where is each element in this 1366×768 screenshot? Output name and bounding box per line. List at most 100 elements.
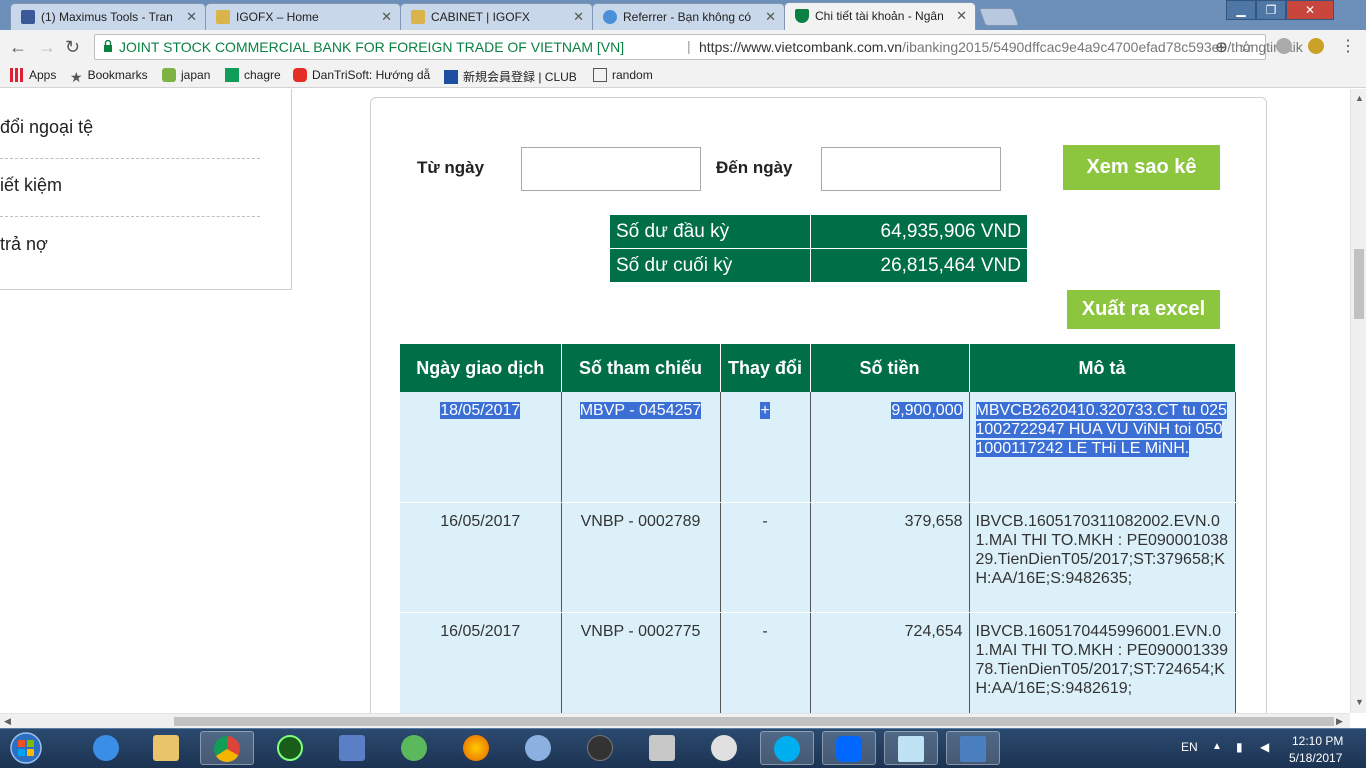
tools-icon[interactable] — [636, 731, 690, 765]
nox-icon[interactable] — [574, 731, 628, 765]
horizontal-scrollbar[interactable]: ◀ ▶ — [0, 713, 1350, 728]
cell-amount: 9,900,000 — [810, 392, 970, 503]
closing-balance-value: 26,815,464 VND — [810, 248, 1028, 283]
bookmark-label: 新規会員登録 | CLUB — [463, 70, 577, 84]
from-date-label: Từ ngày — [417, 158, 485, 177]
network-icon[interactable] — [326, 731, 380, 765]
cell-change: + — [720, 392, 811, 503]
scroll-left-arrow-icon[interactable]: ◀ — [4, 716, 11, 727]
zoom-icon[interactable]: ⊕ — [1215, 38, 1228, 56]
column-header-date[interactable]: Ngày giao dịch — [400, 344, 562, 392]
address-bar[interactable]: JOINT STOCK COMMERCIAL BANK FOR FOREIGN … — [94, 34, 1303, 60]
vertical-scrollbar[interactable]: ▲ ▼ — [1350, 89, 1366, 713]
to-date-input[interactable] — [821, 147, 1001, 191]
url-host: https://www.vietcombank.com.vn — [699, 39, 903, 55]
scroll-right-arrow-icon[interactable]: ▶ — [1336, 716, 1343, 727]
globe-icon — [603, 10, 617, 24]
volume-icon[interactable]: ◀ — [1260, 740, 1269, 754]
arrows-icon[interactable] — [388, 731, 442, 765]
windows-start-icon[interactable] — [4, 731, 50, 765]
close-icon[interactable]: ✕ — [956, 8, 967, 24]
tab-cabinet-igofx[interactable]: CABINET | IGOFX ✕ — [400, 3, 593, 30]
page-icon — [216, 10, 230, 24]
bookmark-star-icon[interactable]: ☆ — [1239, 37, 1253, 57]
tray-expand-icon[interactable]: ▲ — [1212, 741, 1222, 752]
bookmark-club[interactable]: 新規会員登録 | CLUB — [444, 68, 577, 85]
skype-icon[interactable] — [760, 731, 814, 765]
restore-button[interactable]: ❐ — [1256, 0, 1286, 20]
tab-title: Referrer - Bạn không có — [623, 10, 752, 24]
vcb-shield-icon — [795, 9, 809, 23]
close-icon[interactable]: ✕ — [381, 9, 392, 25]
vertical-scroll-thumb[interactable] — [1354, 249, 1364, 319]
close-icon[interactable]: ✕ — [573, 9, 584, 25]
green-orb-icon[interactable] — [264, 731, 318, 765]
lock-icon — [104, 40, 112, 52]
ie-icon[interactable] — [80, 731, 134, 765]
eye-icon[interactable] — [698, 731, 752, 765]
bookmark-label: Apps — [29, 68, 57, 82]
sidebar-item-label: trả nợ — [0, 234, 48, 254]
column-header-amount[interactable]: Số tiền — [810, 344, 970, 392]
forward-arrow-icon[interactable]: → — [38, 37, 56, 58]
star-icon: ★ — [70, 69, 83, 85]
bookmark-label: japan — [181, 68, 211, 82]
clock-date[interactable]: 5/18/2017 — [1289, 751, 1342, 765]
zalo-icon[interactable] — [822, 731, 876, 765]
export-excel-button[interactable]: Xuất ra excel — [1067, 290, 1220, 329]
network-tray-icon[interactable]: ▮ — [1236, 740, 1243, 754]
bookmark-random[interactable]: random — [593, 68, 653, 82]
skype-extension-icon[interactable] — [1276, 38, 1292, 54]
tab-vietcombank[interactable]: Chi tiết tài khoản - Ngân ✕ — [784, 2, 976, 30]
close-window-button[interactable]: ✕ — [1286, 0, 1334, 20]
extension-icon[interactable] — [1308, 38, 1324, 54]
close-icon[interactable]: ✕ — [186, 9, 197, 25]
bookmark-dantrisoft[interactable]: DanTriSoft: Hướng dẫ — [293, 68, 430, 82]
reload-icon[interactable]: ↻ — [65, 37, 80, 58]
table-row[interactable]: 16/05/2017 VNBP - 0002775 - 724,654 IBVC… — [400, 612, 1236, 713]
tab-referrer[interactable]: Referrer - Bạn không có ✕ — [592, 3, 785, 30]
sidebar-item-repayment[interactable]: trả nợ — [0, 206, 260, 264]
back-arrow-icon[interactable]: ← — [9, 37, 27, 58]
bookmark-apps[interactable]: Apps — [10, 68, 56, 82]
closing-balance-row: Số dư cuối kỳ 26,815,464 VND — [609, 248, 1028, 283]
chrome-icon[interactable] — [200, 731, 254, 765]
horizontal-scroll-thumb[interactable] — [174, 717, 1334, 726]
bookmark-label: random — [612, 68, 653, 82]
bookmark-chagre[interactable]: chagre — [225, 68, 281, 82]
new-tab-button[interactable] — [978, 8, 1020, 26]
scroll-down-arrow-icon[interactable]: ▼ — [1355, 697, 1364, 707]
remote-icon[interactable] — [946, 731, 1000, 765]
explorer-icon[interactable] — [140, 731, 194, 765]
column-header-description[interactable]: Mô tả — [969, 344, 1236, 392]
table-row[interactable]: 16/05/2017 VNBP - 0002789 - 379,658 IBVC… — [400, 502, 1236, 613]
view-statement-button[interactable]: Xem sao kê — [1063, 145, 1220, 190]
minimize-button[interactable]: ▁ — [1226, 0, 1256, 20]
menu-icon[interactable]: ⋮ — [1340, 36, 1356, 56]
balance-summary: Số dư đầu kỳ 64,935,906 VND Số dư cuối k… — [609, 214, 1028, 283]
sheet-icon — [225, 68, 239, 82]
thunderbird-icon[interactable] — [512, 731, 566, 765]
from-date-input[interactable] — [521, 147, 701, 191]
cell-change: - — [720, 612, 811, 713]
transaction-table: Ngày giao dịch Số tham chiếu Thay đổi Số… — [400, 344, 1236, 713]
close-icon[interactable]: ✕ — [765, 9, 776, 25]
cell-date: 16/05/2017 — [400, 612, 562, 713]
sidebar-item-exchange[interactable]: đổi ngoại tệ — [0, 89, 260, 147]
notepad-icon[interactable] — [884, 731, 938, 765]
table-row[interactable]: 18/05/2017 MBVP - 0454257 + 9,900,000 MB… — [400, 392, 1236, 503]
language-indicator[interactable]: EN — [1181, 740, 1198, 754]
cell-change: - — [720, 502, 811, 613]
column-header-change[interactable]: Thay đổi — [720, 344, 811, 392]
tab-maximus-tools[interactable]: (1) Maximus Tools - Tran ✕ — [10, 3, 206, 30]
scroll-up-arrow-icon[interactable]: ▲ — [1355, 93, 1364, 103]
page-content: đổi ngoại tệ iết kiệm trả nợ Từ ngày Đến… — [0, 89, 1350, 713]
sidebar-item-savings[interactable]: iết kiệm — [0, 147, 260, 205]
column-header-reference[interactable]: Số tham chiếu — [561, 344, 721, 392]
bookmark-bookmarks[interactable]: ★ Bookmarks — [70, 68, 148, 85]
apps-grid-icon — [10, 68, 24, 82]
tab-igofx-home[interactable]: IGOFX – Home ✕ — [205, 3, 401, 30]
firefox-icon[interactable] — [450, 731, 504, 765]
bookmark-japan[interactable]: japan — [162, 68, 210, 82]
clock-time[interactable]: 12:10 PM — [1292, 734, 1343, 748]
